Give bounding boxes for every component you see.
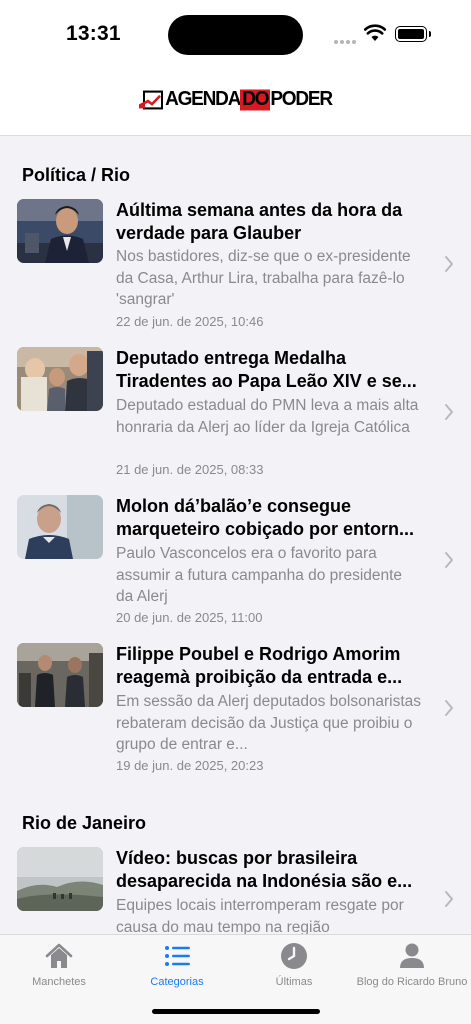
status-bar: 13:31 xyxy=(0,0,471,64)
list-icon xyxy=(165,946,190,966)
tab-blog-ricardo-bruno[interactable]: Blog do Ricardo Bruno xyxy=(353,941,471,988)
article-summary: Deputado estadual do PMN leva a mais alt… xyxy=(116,397,419,436)
chevron-right-icon xyxy=(445,891,453,907)
tab-ultimas[interactable]: Últimas xyxy=(235,941,353,988)
house-icon xyxy=(45,943,73,968)
home-indicator[interactable] xyxy=(152,1009,320,1014)
article-thumbnail xyxy=(17,643,103,707)
person-icon xyxy=(400,943,424,968)
article-headline: Deputado entrega Medalha Tiradentes ao P… xyxy=(116,348,417,391)
dynamic-island xyxy=(168,15,303,55)
wifi-icon xyxy=(364,24,386,41)
article-summary: Nos bastidores, diz-se que o ex-presiden… xyxy=(116,248,411,308)
chevron-right-icon xyxy=(445,700,453,716)
article-date: 21 de jun. de 2025, 08:33 xyxy=(116,462,264,477)
article-headline: Molon dá’balão’e consegue marqueteiro co… xyxy=(116,496,415,539)
chevron-right-icon xyxy=(445,552,453,568)
tab-categorias[interactable]: Categorias xyxy=(118,941,236,988)
agenda-do-poder-logo: AGENDA DO PODER xyxy=(139,88,333,111)
article-date: 22 de jun. de 2025, 10:46 xyxy=(116,314,264,329)
article-date: 20 de jun. de 2025, 11:00 xyxy=(116,610,263,625)
article-date: 19 de jun. de 2025, 20:23 xyxy=(116,758,264,773)
article-summary: Em sessão da Alerj deputados bolsonarist… xyxy=(116,693,421,753)
cellular-signal-icon xyxy=(334,31,358,49)
article-headline: Vídeo: buscas por brasileira desaparecid… xyxy=(116,848,413,891)
article-summary: Equipes locais interromperam resgate por… xyxy=(116,897,404,934)
news-list[interactable]: Política / Rio Aúltima semana antes da h… xyxy=(0,137,471,934)
article-thumbnail xyxy=(17,495,103,559)
article-row[interactable]: Molon dá’balão’e consegue marqueteiro co… xyxy=(0,495,471,643)
article-row[interactable]: Filippe Poubel e Rodrigo Amorim reagemà … xyxy=(0,643,471,791)
clock-icon xyxy=(281,943,307,969)
article-row[interactable]: Deputado entrega Medalha Tiradentes ao P… xyxy=(0,347,471,495)
article-summary: Paulo Vasconcelos era o favorito para as… xyxy=(116,545,403,605)
app-header: AGENDA DO PODER xyxy=(0,64,471,136)
section-title-politica-rio: Política / Rio xyxy=(22,165,131,185)
article-thumbnail xyxy=(17,199,103,263)
status-time: 13:31 xyxy=(66,22,121,45)
article-thumbnail xyxy=(17,347,103,411)
article-row[interactable]: Vídeo: buscas por brasileira desaparecid… xyxy=(0,847,471,934)
article-headline: Aúltima semana antes da hora da verdade … xyxy=(116,200,403,243)
article-thumbnail xyxy=(17,847,103,911)
article-row[interactable]: Aúltima semana antes da hora da verdade … xyxy=(0,199,471,347)
section-title-rio-de-janeiro: Rio de Janeiro xyxy=(22,813,147,833)
article-headline: Filippe Poubel e Rodrigo Amorim reagemà … xyxy=(116,644,403,687)
battery-icon xyxy=(395,26,431,42)
chevron-right-icon xyxy=(445,256,453,272)
chevron-right-icon xyxy=(445,404,453,420)
tab-manchetes[interactable]: Manchetes xyxy=(0,941,118,988)
logo-mark-icon xyxy=(139,90,164,109)
